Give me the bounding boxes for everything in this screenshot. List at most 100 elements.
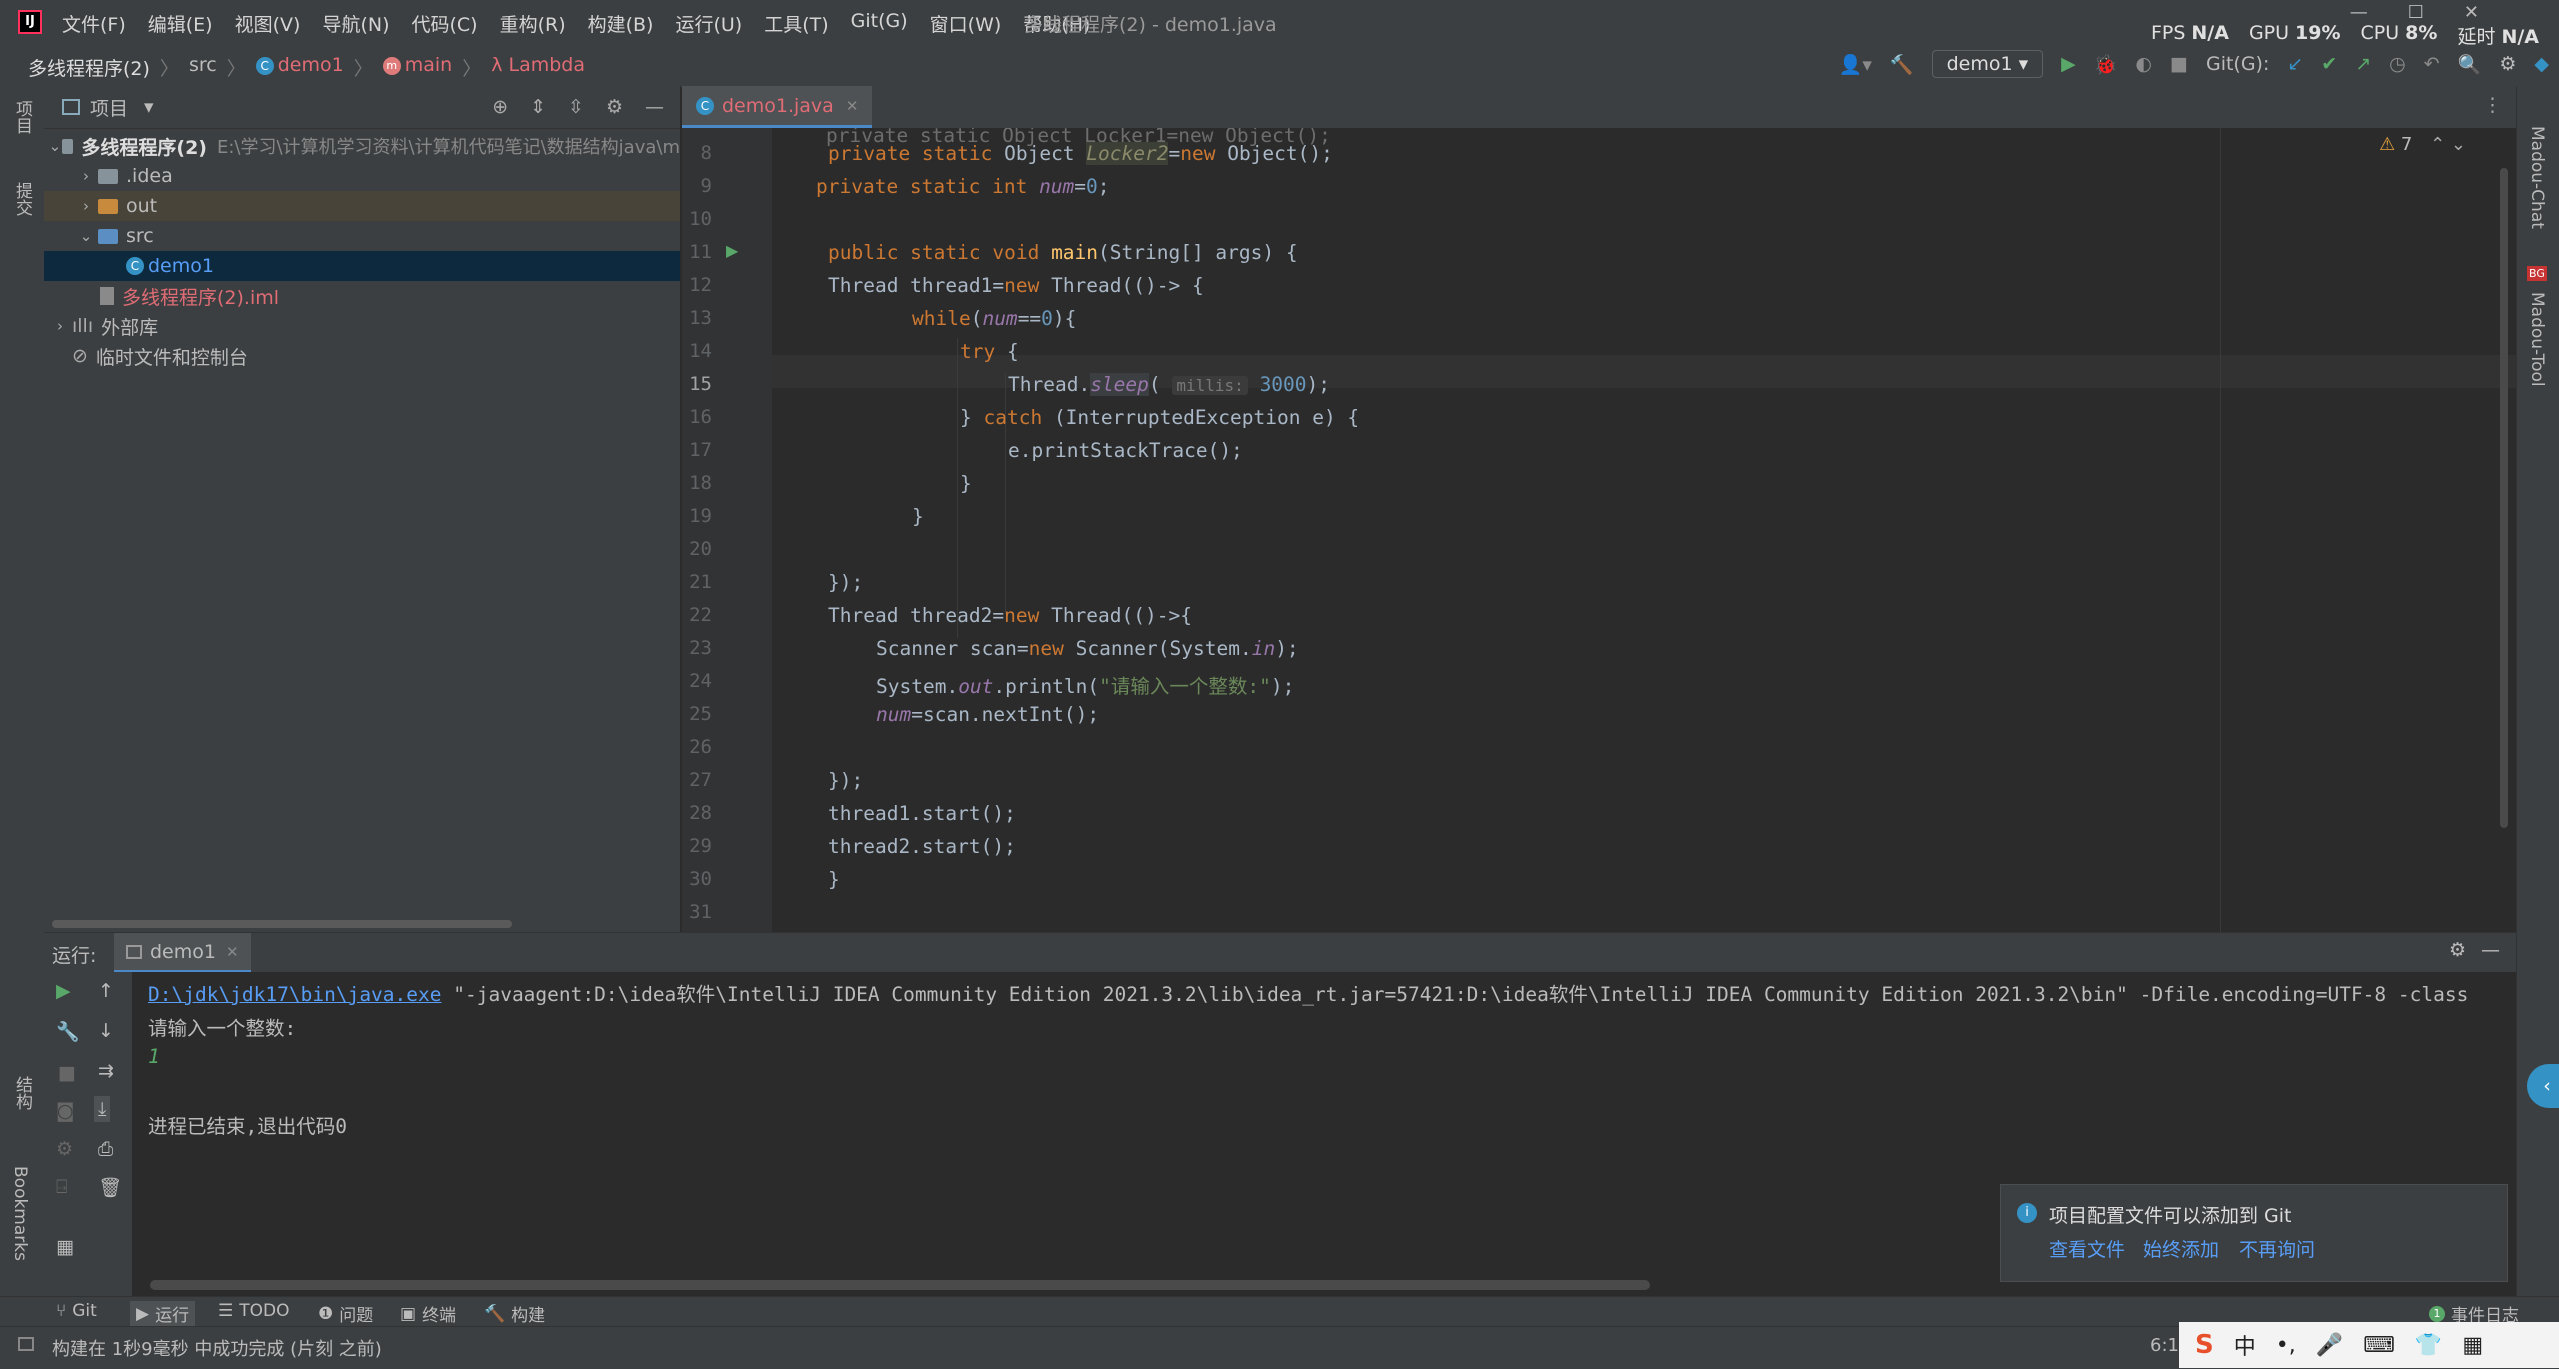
tree-item-iml[interactable]: 多线程程序(2).iml xyxy=(44,281,680,311)
structure-tool-button[interactable]: 结构 xyxy=(10,1076,35,1110)
breadcrumb-src[interactable]: src xyxy=(189,54,217,81)
project-panel-title[interactable]: 项目 xyxy=(90,94,128,121)
breadcrumb-project[interactable]: 多线程程序(2) xyxy=(28,54,150,81)
menu-window[interactable]: 窗口(W) xyxy=(930,10,1002,37)
sogou-logo-icon[interactable]: S xyxy=(2195,1330,2214,1360)
gear-icon[interactable]: ⚙ xyxy=(2499,53,2516,75)
apps-grid-icon[interactable]: ▦ xyxy=(2462,1333,2483,1358)
dont-ask-link[interactable]: 不再询问 xyxy=(2239,1235,2315,1262)
madou-tool-button[interactable]: Madou-Tool xyxy=(2527,292,2547,387)
tab-git[interactable]: ⑂ Git xyxy=(56,1301,97,1321)
microphone-icon[interactable]: 🎤 xyxy=(2316,1333,2343,1358)
horizontal-scrollbar[interactable] xyxy=(52,920,512,928)
menu-tools[interactable]: 工具(T) xyxy=(764,10,828,37)
close-icon[interactable]: ✕ xyxy=(846,97,859,115)
collapse-panel-button[interactable]: ‹ xyxy=(2527,1064,2559,1108)
rollback-icon[interactable]: ↶ xyxy=(2424,53,2440,75)
tree-item-src[interactable]: ⌄ src xyxy=(44,221,680,251)
menu-refactor[interactable]: 重构(R) xyxy=(500,10,566,37)
layout-toggle-icon[interactable] xyxy=(18,1337,34,1351)
hide-icon[interactable]: — xyxy=(645,96,664,118)
gear-icon[interactable]: ⚙ xyxy=(2449,939,2466,961)
chevron-right-icon[interactable]: › xyxy=(74,197,98,215)
tab-problems[interactable]: ❶ 问题 xyxy=(318,1301,373,1327)
soft-wrap-icon[interactable]: ⇉ xyxy=(98,1060,114,1082)
print-icon[interactable]: ⎙ xyxy=(98,1138,113,1160)
menu-edit[interactable]: 编辑(E) xyxy=(148,10,213,37)
breadcrumb-lambda[interactable]: λ Lambda xyxy=(491,54,585,81)
java-path-link[interactable]: D:\jdk\jdk17\bin\java.exe xyxy=(148,983,442,1006)
ime-language-toggle[interactable]: 中 xyxy=(2234,1329,2256,1361)
tab-todo[interactable]: ☰ TODO xyxy=(218,1301,290,1321)
tab-terminal[interactable]: ▣ 终端 xyxy=(400,1301,456,1327)
stop-icon[interactable]: ■ xyxy=(58,1062,76,1084)
hide-icon[interactable]: — xyxy=(2481,939,2500,961)
project-tool-button[interactable]: 项目 xyxy=(10,100,35,134)
close-window-button[interactable]: ✕ xyxy=(2464,2,2519,23)
git-update-icon[interactable]: ↙ xyxy=(2287,53,2303,75)
vertical-scrollbar[interactable] xyxy=(2500,168,2508,828)
always-add-link[interactable]: 始终添加 xyxy=(2143,1235,2219,1262)
history-icon[interactable]: ◷ xyxy=(2389,53,2406,75)
expand-all-icon[interactable]: ⇕ xyxy=(530,96,546,118)
punctuation-icon[interactable]: •, xyxy=(2276,1333,2296,1358)
chevron-down-icon[interactable]: ⌄ xyxy=(74,227,98,245)
collapse-all-icon[interactable]: ⇳ xyxy=(568,96,584,118)
maximize-button[interactable]: ☐ xyxy=(2408,2,2464,23)
menu-git[interactable]: Git(G) xyxy=(851,10,908,37)
settings-icon[interactable]: ⚙ xyxy=(56,1138,73,1160)
tree-item-idea[interactable]: › .idea xyxy=(44,161,680,191)
skin-icon[interactable]: 👕 xyxy=(2415,1333,2442,1358)
tab-demo1-java[interactable]: C demo1.java ✕ xyxy=(682,86,873,128)
tab-run[interactable]: ▶ 运行 xyxy=(130,1301,196,1326)
stop-icon[interactable]: ■ xyxy=(2170,53,2188,75)
tree-item-scratches[interactable]: ⊘ 临时文件和控制台 xyxy=(44,341,680,371)
trash-icon[interactable]: 🗑 xyxy=(98,1176,122,1199)
breadcrumb-method[interactable]: m main xyxy=(382,54,452,81)
keyboard-icon[interactable]: ⌨ xyxy=(2363,1333,2395,1358)
run-gutter-icon[interactable]: ▶ xyxy=(726,241,738,260)
git-push-icon[interactable]: ↗ xyxy=(2355,53,2371,75)
user-icon[interactable]: 👤▾ xyxy=(1839,53,1872,76)
search-icon[interactable]: 🔍 xyxy=(2458,53,2482,76)
code-editor[interactable]: 8 9 10 11 12 13 14 15 16 17 18 19 20 21 … xyxy=(682,128,2516,932)
chevron-down-icon[interactable]: ▾ xyxy=(144,96,154,118)
chevron-right-icon[interactable]: › xyxy=(74,167,98,185)
status-message[interactable]: 构建在 1秒9毫秒 中成功完成 (片刻 之前) xyxy=(52,1335,382,1361)
layout-icon[interactable]: ▦ xyxy=(56,1236,74,1258)
cursor-position[interactable]: 6:1 xyxy=(2150,1335,2179,1356)
git-commit-icon[interactable]: ✔ xyxy=(2321,53,2337,75)
plugin-icon[interactable]: ◆ xyxy=(2534,53,2549,75)
exit-icon[interactable]: ⍈ xyxy=(56,1176,67,1198)
chevron-right-icon[interactable]: › xyxy=(48,317,72,335)
rerun-icon[interactable]: ▶ xyxy=(56,980,71,1002)
more-options-icon[interactable]: ⋮ xyxy=(2483,94,2502,116)
menu-build[interactable]: 构建(B) xyxy=(588,10,654,37)
scroll-to-end-icon[interactable]: ⤓ xyxy=(94,1096,111,1122)
tree-item-external-libraries[interactable]: › ıllı 外部库 xyxy=(44,311,680,341)
bookmarks-tool-button[interactable]: Bookmarks xyxy=(10,1166,30,1261)
horizontal-scrollbar[interactable] xyxy=(150,1280,1650,1290)
scroll-down-icon[interactable]: ↓ xyxy=(98,1020,114,1042)
run-configuration-select[interactable]: demo1 ▾ xyxy=(1931,50,2044,78)
menu-code[interactable]: 代码(C) xyxy=(411,10,477,37)
tree-item-project-root[interactable]: ⌄ 多线程程序(2) E:\学习\计算机学习资料\计算机代码笔记\数据结构jav… xyxy=(44,131,680,161)
commit-tool-button[interactable]: 提交 xyxy=(10,182,35,216)
wrench-icon[interactable]: 🔧 xyxy=(56,1020,80,1043)
minimize-button[interactable]: — xyxy=(2350,2,2408,23)
tab-build[interactable]: 🔨 构建 xyxy=(484,1301,545,1327)
chevron-down-icon[interactable]: ⌄ xyxy=(48,137,62,155)
scroll-up-icon[interactable]: ↑ xyxy=(98,980,114,1002)
tree-item-out[interactable]: › out xyxy=(44,191,680,221)
madou-chat-tool-button[interactable]: Madou-Chat xyxy=(2527,126,2547,229)
run-icon[interactable]: ▶ xyxy=(2061,53,2076,75)
coverage-icon[interactable]: ◐ xyxy=(2135,53,2152,75)
menu-file[interactable]: 文件(F) xyxy=(62,10,126,37)
build-hammer-icon[interactable]: 🔨 xyxy=(1890,53,1914,76)
camera-icon[interactable]: ◙ xyxy=(56,1100,74,1122)
gear-icon[interactable]: ⚙ xyxy=(606,96,623,118)
debug-icon[interactable]: 🐞 xyxy=(2094,53,2118,76)
close-icon[interactable]: ✕ xyxy=(226,943,239,961)
menu-run[interactable]: 运行(U) xyxy=(675,10,742,37)
view-files-link[interactable]: 查看文件 xyxy=(2049,1235,2125,1262)
